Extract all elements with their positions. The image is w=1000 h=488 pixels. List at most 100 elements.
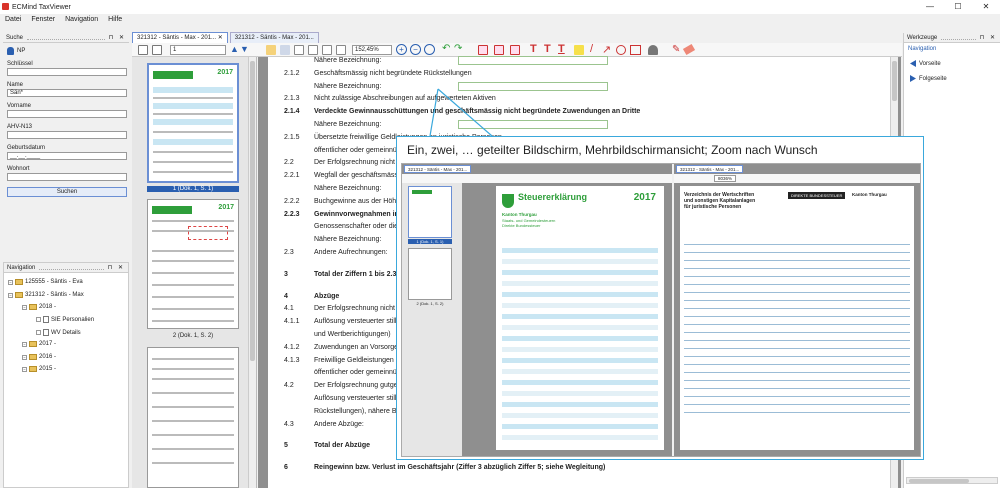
tree-item-label: WV Details xyxy=(51,329,81,336)
tree-expand-icon[interactable]: − xyxy=(22,304,27,310)
underline-text-icon[interactable]: T xyxy=(558,43,565,55)
note-icon[interactable] xyxy=(574,45,584,55)
menu-navigation[interactable]: Navigation xyxy=(60,14,103,25)
page-view-icon[interactable] xyxy=(152,45,162,55)
tab-document-1[interactable]: 321312 - Säntis - Max - 201... ✕ xyxy=(132,32,228,43)
search-button[interactable]: Suchen xyxy=(7,187,127,197)
search-field-input[interactable] xyxy=(7,131,127,139)
mini-thumb-label-1: 1 (Dok. 1, S. 1) xyxy=(408,239,452,244)
mini-page-right: Verzeichnis der Wertschriften und sonsti… xyxy=(680,186,914,450)
tree-item[interactable]: − 125555 - Säntis - Eva xyxy=(8,279,83,285)
menu-hilfe[interactable]: Hilfe xyxy=(103,14,127,25)
rectangle-tool-icon[interactable] xyxy=(630,45,641,55)
search-field-input[interactable]: __.__.____ xyxy=(7,152,127,160)
mini-zoom: 8036% xyxy=(714,175,737,182)
tree-item[interactable]: − 321312 - Säntis - Max xyxy=(8,292,84,298)
line-tool-icon[interactable]: / xyxy=(590,43,593,55)
row-number: 4.3 xyxy=(284,420,294,428)
next-page-button[interactable]: Folgeseite xyxy=(910,75,947,82)
zoom-in-icon[interactable]: + xyxy=(396,44,407,55)
search-field-input[interactable] xyxy=(7,68,127,76)
mini-right-badge: DIREKTE BUNDESSTEUER xyxy=(788,192,846,199)
page-number-input[interactable]: 1 xyxy=(170,45,226,55)
row-text: Nähere Bezeichnung: xyxy=(314,57,382,64)
select-tool-icon[interactable] xyxy=(280,45,290,55)
tree-expand-icon[interactable]: − xyxy=(8,279,13,285)
close-button[interactable]: ✕ xyxy=(972,0,1000,14)
row-number: 5 xyxy=(284,442,288,450)
zoom-out-icon[interactable]: − xyxy=(410,44,421,55)
fit-width-icon[interactable] xyxy=(308,45,318,55)
document-icon xyxy=(43,316,49,323)
zoom-select[interactable]: 152,45% xyxy=(352,45,392,55)
annotate-stamp-icon[interactable] xyxy=(478,45,488,55)
panel-pin-close-icon[interactable]: ⊓ ✕ xyxy=(108,264,125,271)
user-type-label[interactable]: NP xyxy=(17,48,25,54)
stamp-tool-icon[interactable] xyxy=(648,45,658,55)
search-field-input[interactable] xyxy=(7,173,127,181)
thumbnail-year: 2017 xyxy=(218,204,234,211)
menu-datei[interactable]: Datei xyxy=(0,14,26,25)
pen-tool-icon[interactable]: ✎ xyxy=(672,44,680,55)
two-page-icon[interactable] xyxy=(336,45,346,55)
page-up-icon[interactable]: ▲ xyxy=(230,44,239,54)
eraser-tool-icon[interactable] xyxy=(682,43,696,56)
panel-pin-close-icon[interactable]: ⊓ ✕ xyxy=(109,34,126,41)
thumbnail-page-2[interactable]: 2017 xyxy=(147,199,239,329)
mini-form-row xyxy=(502,292,658,297)
circle-tool-icon[interactable] xyxy=(616,45,626,55)
single-page-icon[interactable] xyxy=(322,45,332,55)
annotate-highlight-icon[interactable] xyxy=(494,45,504,55)
tree-expand-icon[interactable]: − xyxy=(22,341,27,347)
mini-table-row xyxy=(684,268,910,269)
fit-page-icon[interactable] xyxy=(294,45,304,55)
tools-horizontal-scrollbar[interactable] xyxy=(906,477,998,484)
tree-item[interactable]: − 2015 - xyxy=(22,366,56,372)
tree-expand-icon[interactable]: − xyxy=(22,354,27,360)
tree-expand-icon[interactable] xyxy=(36,317,41,322)
maximize-button[interactable]: ☐ xyxy=(944,0,972,14)
thumbnail-view-icon[interactable] xyxy=(138,45,148,55)
strike-text-icon[interactable]: T xyxy=(544,43,551,55)
tree-item[interactable]: − 2017 - xyxy=(22,341,56,347)
tab-document-2[interactable]: 321312 - Säntis - Max - 201... xyxy=(229,32,319,43)
tree-item[interactable]: − 2016 - xyxy=(22,354,56,360)
mini-table-row xyxy=(684,348,910,349)
mini-page-left: Steuererklärung 2017 Kanton Thurgau Staa… xyxy=(496,186,664,450)
mini-form-row xyxy=(502,303,658,308)
search-field-input[interactable]: Sän* xyxy=(7,89,127,97)
tree-expand-icon[interactable]: − xyxy=(22,366,27,372)
form-input-box[interactable] xyxy=(458,120,608,129)
hand-tool-icon[interactable] xyxy=(266,45,276,55)
text-tool-icon[interactable]: T xyxy=(530,43,537,55)
row-text: Abzüge xyxy=(314,292,340,300)
thumbnail-page-3[interactable] xyxy=(147,347,239,488)
mini-sub2: Direkte Bundessteuer xyxy=(502,223,541,228)
mini-table-row xyxy=(684,292,910,293)
form-input-box[interactable] xyxy=(458,81,608,91)
previous-page-button[interactable]: Vorseite xyxy=(910,60,941,67)
document-icon xyxy=(43,329,49,336)
thumbnail-scrollbar[interactable] xyxy=(248,57,256,488)
search-field-label: Schlüssel xyxy=(7,61,33,67)
zoom-search-icon[interactable] xyxy=(424,44,435,55)
search-field-input[interactable] xyxy=(7,110,127,118)
tree-item[interactable]: − 2018 - xyxy=(22,304,56,310)
tree-expand-icon[interactable] xyxy=(36,330,41,335)
mini-table-row xyxy=(684,340,910,341)
form-input-box[interactable] xyxy=(458,56,608,65)
tree-item[interactable]: SIE Personalien xyxy=(36,316,94,323)
page-down-icon[interactable]: ▼ xyxy=(240,44,249,54)
tree-expand-icon[interactable]: − xyxy=(8,292,13,298)
menu-fenster[interactable]: Fenster xyxy=(26,14,60,25)
thumbnail-page-1[interactable]: 2017 xyxy=(147,63,239,183)
rotate-left-icon[interactable]: ↶ xyxy=(442,43,450,54)
annotate-comment-icon[interactable] xyxy=(510,45,520,55)
panel-pin-close-icon[interactable]: ⊓ ✕ xyxy=(980,34,997,41)
tree-item[interactable]: WV Details xyxy=(36,329,81,336)
user-icon xyxy=(7,47,14,55)
minimize-button[interactable]: — xyxy=(916,0,944,14)
search-panel: Suche ⊓ ✕ NP Schlüssel Name Sän* Vorname AHV… xyxy=(3,33,129,258)
row-number: 2.2 xyxy=(284,159,294,167)
rotate-right-icon[interactable]: ↷ xyxy=(454,43,462,54)
